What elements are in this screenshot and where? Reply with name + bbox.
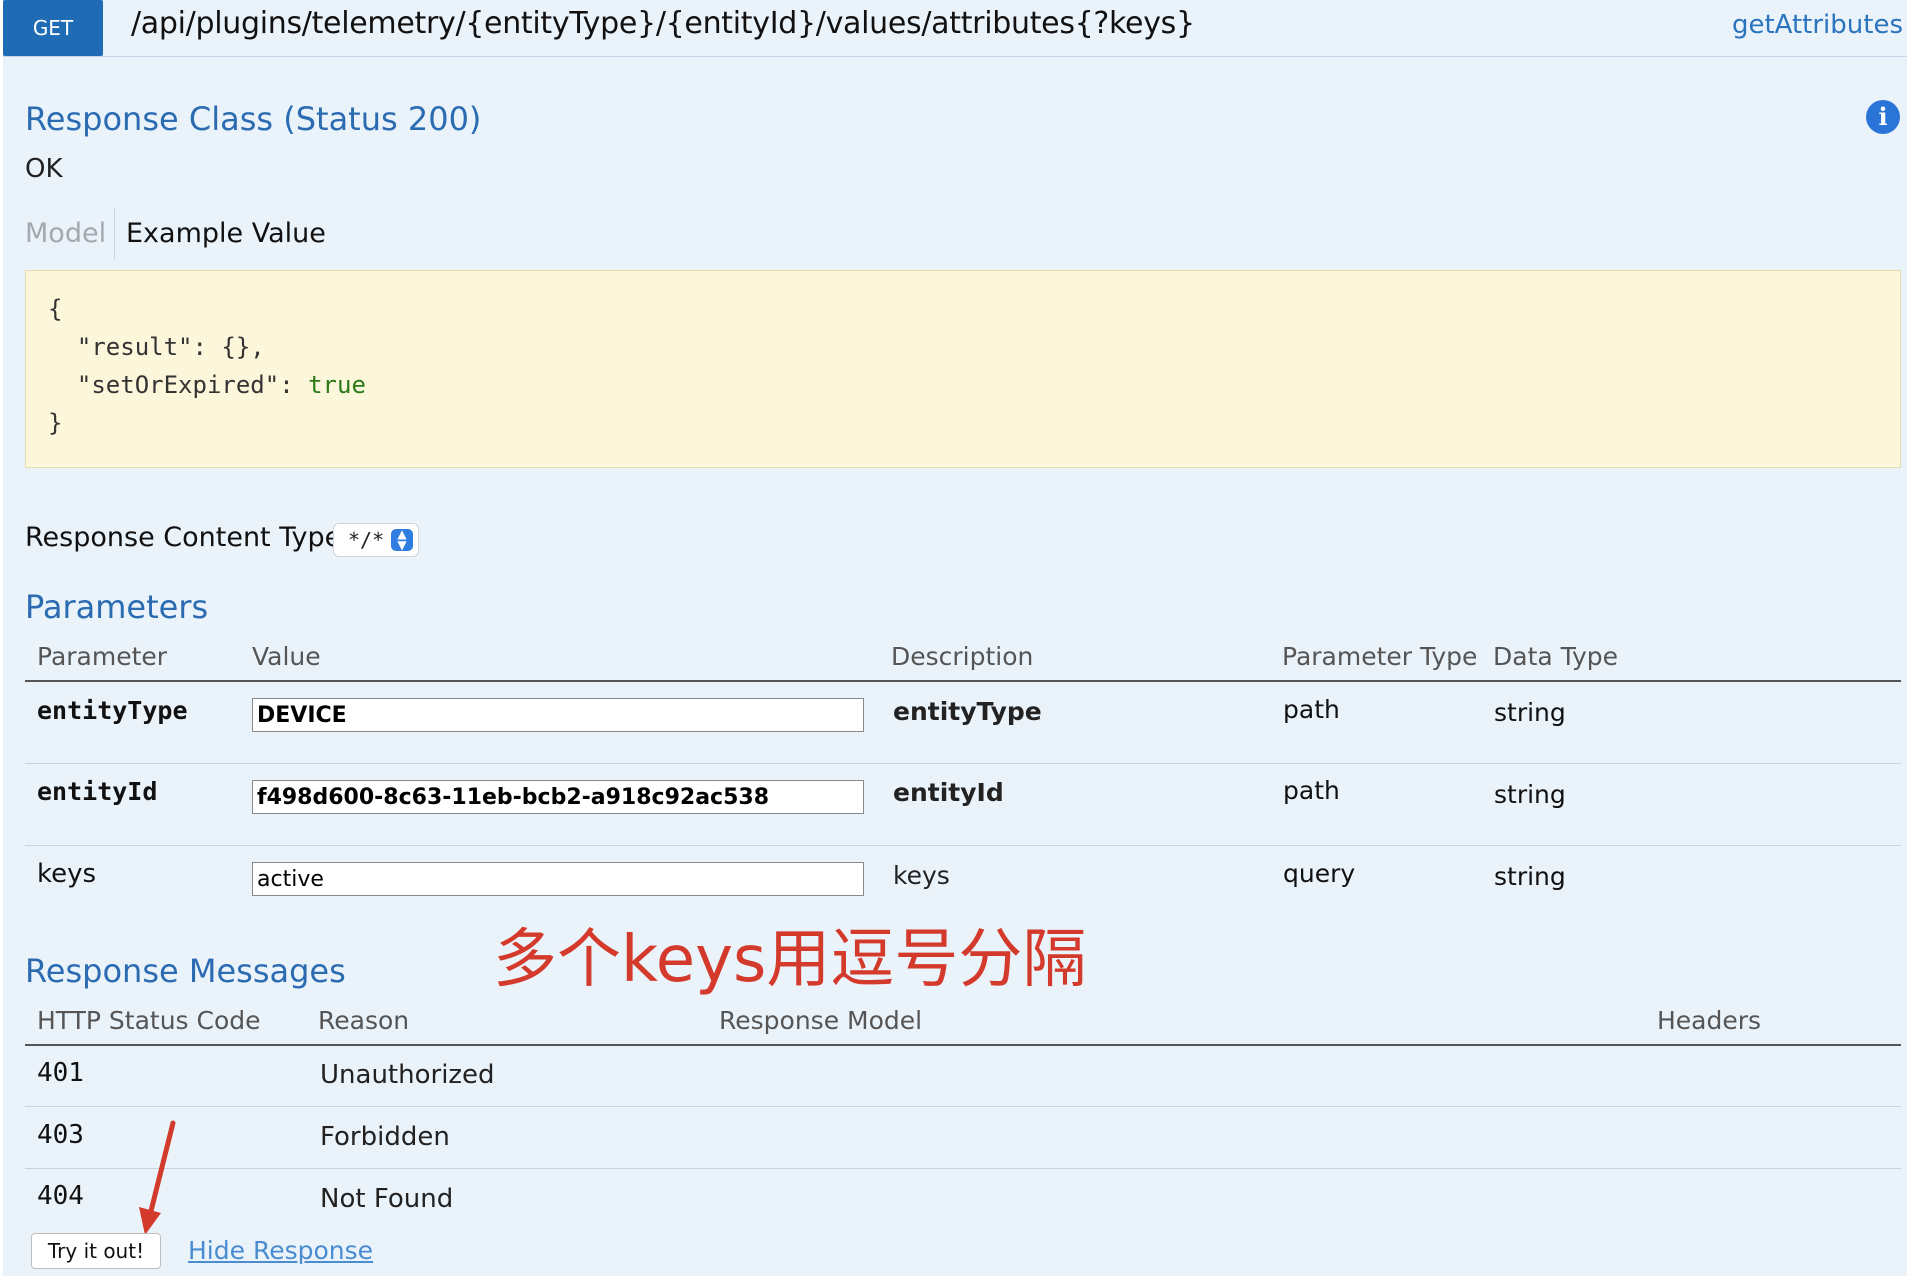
row-divider [25, 1106, 1901, 1107]
param-name-keys: keys [37, 859, 97, 889]
col-description: Description [891, 642, 1034, 671]
operation-header[interactable]: GET /api/plugins/telemetry/{entityType}/… [3, 0, 1907, 57]
row-divider [25, 845, 1901, 846]
hide-response-link[interactable]: Hide Response [188, 1236, 373, 1265]
select-chevron-icon: ▲ ▼ [391, 528, 413, 551]
col-parameter-type: Parameter Type [1282, 642, 1478, 671]
parameters-heading: Parameters [25, 588, 209, 626]
operation-panel: GET /api/plugins/telemetry/{entityType}/… [3, 0, 1907, 1276]
code-line: "result": {}, [48, 333, 265, 361]
response-content-type-label: Response Content Type [25, 522, 342, 553]
row-divider [25, 763, 1901, 764]
example-value-code: { "result": {}, "setOrExpired": true } [25, 270, 1901, 468]
param-type-keys: query [1283, 859, 1356, 888]
entityid-input[interactable] [252, 780, 864, 814]
tab-model[interactable]: Model [25, 218, 106, 249]
col-value: Value [252, 642, 321, 671]
param-name-entityid: entityId [37, 777, 158, 806]
status-code-404: 404 [37, 1181, 84, 1211]
reason-401: Unauthorized [320, 1060, 495, 1090]
info-icon[interactable]: i [1866, 100, 1900, 134]
param-type-entitytype: path [1283, 695, 1340, 724]
annotation-arrow-icon [139, 1120, 176, 1235]
status-code-401: 401 [37, 1058, 84, 1088]
row-divider [25, 1168, 1901, 1169]
table-header-divider [25, 1044, 1901, 1046]
status-code-403: 403 [37, 1120, 84, 1150]
reason-404: Not Found [320, 1184, 454, 1214]
param-desc-keys: keys [893, 861, 950, 890]
response-status-text: OK [25, 154, 63, 184]
operation-name-link[interactable]: getAttributes [1732, 10, 1903, 40]
data-type-keys: string [1494, 862, 1566, 891]
response-class-heading: Response Class (Status 200) [25, 100, 482, 138]
table-header-divider [25, 680, 1901, 682]
response-content-type-select[interactable]: */* ▲ ▼ [333, 523, 419, 557]
param-type-entityid: path [1283, 776, 1340, 805]
param-desc-entitytype: entityType [893, 697, 1042, 726]
col-parameter: Parameter [37, 642, 168, 671]
col-http-status-code: HTTP Status Code [37, 1006, 261, 1035]
code-boolean: true [308, 371, 366, 399]
data-type-entitytype: string [1494, 698, 1566, 727]
code-line: "setOrExpired": true [48, 371, 366, 399]
data-type-entityid: string [1494, 780, 1566, 809]
endpoint-path[interactable]: /api/plugins/telemetry/{entityType}/{ent… [131, 6, 1195, 41]
col-response-model: Response Model [719, 1006, 923, 1035]
http-method-badge: GET [3, 0, 103, 56]
code-line: { [48, 295, 63, 323]
col-reason: Reason [318, 1006, 410, 1035]
reason-403: Forbidden [320, 1122, 450, 1152]
col-headers: Headers [1657, 1006, 1762, 1035]
col-data-type: Data Type [1493, 642, 1619, 671]
entitytype-input[interactable] [252, 698, 864, 732]
code-key: "setOrExpired": [48, 371, 309, 399]
keys-input[interactable] [252, 862, 864, 896]
try-it-out-button[interactable]: Try it out! [31, 1233, 161, 1269]
param-desc-entityid: entityId [893, 778, 1004, 807]
annotation-text: 多个keys用逗号分隔 [493, 923, 1087, 997]
tab-divider [114, 208, 115, 260]
select-value: */* [348, 528, 385, 552]
tab-example-value[interactable]: Example Value [126, 218, 326, 249]
response-messages-heading: Response Messages [25, 952, 346, 990]
code-line: } [48, 409, 63, 437]
param-name-entitytype: entityType [37, 696, 188, 725]
